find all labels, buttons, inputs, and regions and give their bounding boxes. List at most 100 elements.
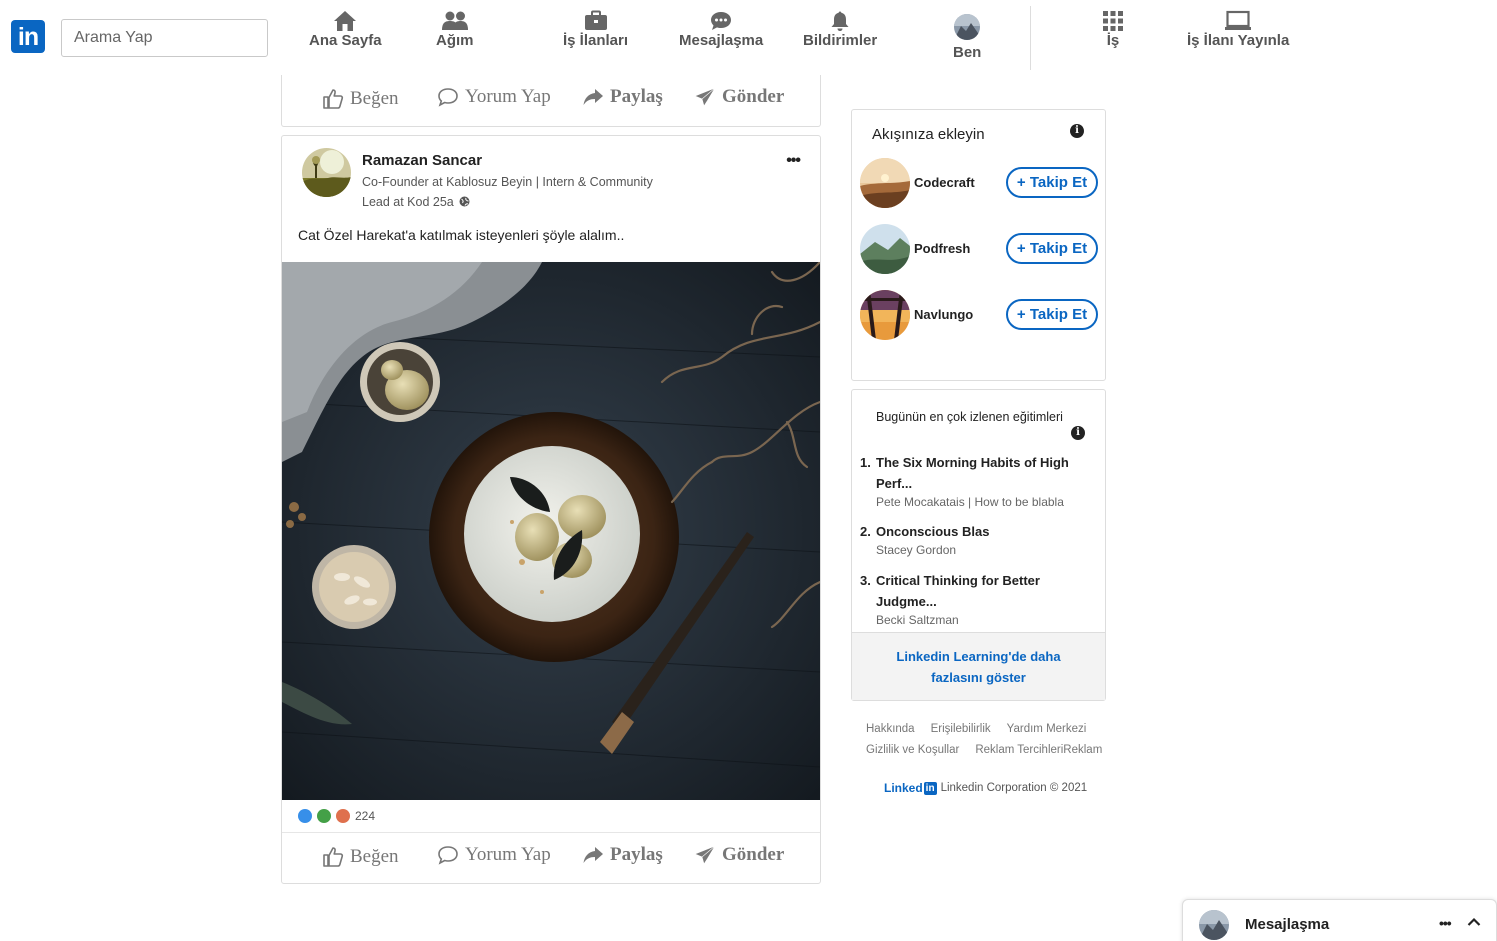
course-number: 2. <box>860 524 871 539</box>
search-input[interactable] <box>61 19 268 57</box>
learning-card: Bugünün en çok izlenen eğitimleri i 1. Th… <box>851 389 1106 701</box>
like-label: Beğen <box>350 88 399 109</box>
follow-button[interactable]: + Takip Et <box>1006 233 1098 264</box>
reaction-count: 224 <box>355 809 376 823</box>
course-item[interactable]: 3. Critical Thinking for Better Judgme...… <box>860 570 1096 627</box>
follow-item-codecraft: Codecraft + Takip Et <box>860 158 1100 208</box>
nav-post-job-label: İş İlanı Yayınla <box>1187 32 1290 49</box>
company-name[interactable]: Podfresh <box>914 241 970 256</box>
send-button[interactable]: Gönder <box>694 86 784 108</box>
previous-post-card: Beğen Yorum Yap Paylaş Gönder <box>281 75 821 127</box>
briefcase-icon <box>584 10 607 30</box>
footer-link-privacy[interactable]: Gizlilik ve Koşullar <box>866 744 959 756</box>
follow-item-navlungo: Navlungo + Takip Et <box>860 290 1100 340</box>
author-avatar-image <box>302 148 351 197</box>
nav-post-job[interactable]: İş İlanı Yayınla <box>1187 10 1289 49</box>
comment-label: Yorum Yap <box>465 86 551 107</box>
company-avatar-image <box>860 224 910 274</box>
nav-notifications[interactable]: Bildirimler <box>803 10 877 49</box>
footer-link-help[interactable]: Yardım Merkezi <box>1007 723 1087 735</box>
messaging-title: Mesajlaşma <box>1245 916 1330 933</box>
author-avatar[interactable] <box>302 148 351 197</box>
avatar <box>1199 910 1229 940</box>
nav-me-label: Ben <box>953 44 982 61</box>
nav-home[interactable]: Ana Sayfa <box>309 10 382 49</box>
course-number: 3. <box>860 573 871 588</box>
post-action-bar: Beğen Yorum Yap Paylaş Gönder <box>282 75 820 125</box>
like-label: Beğen <box>350 846 399 867</box>
company-name[interactable]: Codecraft <box>914 175 975 190</box>
comment-button[interactable]: Yorum Yap <box>437 86 551 108</box>
reactions-summary[interactable]: 224 <box>298 809 375 823</box>
learning-title: Bugünün en çok izlenen eğitimleri <box>876 410 1063 424</box>
more-options-icon[interactable]: ••• <box>1439 915 1452 931</box>
course-item[interactable]: 1. The Six Morning Habits of High Perf...… <box>860 452 1096 509</box>
footer-links: Hakkında Erişilebilirlik Yardım Merkezi … <box>866 723 1116 765</box>
thumbs-up-icon <box>323 847 344 867</box>
company-avatar[interactable] <box>860 158 910 208</box>
share-icon <box>583 847 603 863</box>
course-title: Critical Thinking for Better Judgme... <box>876 573 1040 609</box>
course-number: 1. <box>860 455 871 470</box>
course-author: Becki Saltzman <box>876 613 959 627</box>
company-avatar-image <box>860 290 910 340</box>
share-label: Paylaş <box>610 844 663 865</box>
footer-link-ads[interactable]: Reklam TercihleriReklam <box>975 744 1102 756</box>
chat-icon <box>711 12 732 30</box>
course-title: The Six Morning Habits of High Perf... <box>876 455 1069 491</box>
nav-network-label: Ağım <box>436 32 474 49</box>
footer-link-about[interactable]: Hakkında <box>866 723 915 735</box>
course-title: Onconscious Blas <box>876 524 990 539</box>
info-icon[interactable]: i <box>1071 426 1085 440</box>
nav-jobs[interactable]: İş İlanları <box>563 10 628 49</box>
celebrate-reaction-icon <box>317 809 331 823</box>
comment-button[interactable]: Yorum Yap <box>437 844 551 866</box>
love-reaction-icon <box>336 809 350 823</box>
home-icon <box>334 11 357 31</box>
follow-button[interactable]: + Takip Et <box>1006 299 1098 330</box>
company-avatar[interactable] <box>860 290 910 340</box>
share-button[interactable]: Paylaş <box>582 844 663 866</box>
like-button[interactable]: Beğen <box>322 88 399 110</box>
learning-more-link[interactable]: Linkedin Learning'de daha fazlasını göst… <box>852 632 1105 700</box>
nav-home-label: Ana Sayfa <box>309 32 382 49</box>
course-author: Pete Mocakatais | How to be blabla <box>876 495 1064 509</box>
follow-button[interactable]: + Takip Et <box>1006 167 1098 198</box>
footer-link-accessibility[interactable]: Erişilebilirlik <box>931 723 991 735</box>
brand-text: Linked <box>884 781 923 795</box>
like-reaction-icon <box>298 809 312 823</box>
send-label: Gönder <box>722 844 785 865</box>
chevron-up-icon[interactable] <box>1467 916 1481 928</box>
nav-messaging[interactable]: Mesajlaşma <box>679 10 763 49</box>
add-to-feed-card: Akışınıza ekleyin i Codecraft + Takip Et… <box>851 109 1106 381</box>
messaging-tab[interactable]: Mesajlaşma ••• <box>1182 899 1497 941</box>
nav-work[interactable]: İş <box>1102 10 1124 49</box>
avatar <box>954 14 981 40</box>
globe-icon <box>459 196 470 207</box>
like-button[interactable]: Beğen <box>322 846 399 868</box>
messaging-avatar-image <box>1199 910 1229 940</box>
post-card: Ramazan Sancar Co-Founder at Kablosuz Be… <box>281 135 821 884</box>
bell-icon <box>831 11 849 31</box>
linkedin-logo[interactable]: in <box>11 20 45 53</box>
comment-icon <box>438 88 458 107</box>
post-image[interactable] <box>282 262 820 800</box>
network-icon <box>441 11 468 30</box>
nav-network[interactable]: Ağım <box>436 10 474 49</box>
nav-notifications-label: Bildirimler <box>803 32 878 49</box>
follow-item-podfresh: Podfresh + Takip Et <box>860 224 1100 274</box>
info-icon[interactable]: i <box>1070 124 1084 138</box>
share-icon <box>583 89 603 105</box>
course-item[interactable]: 2. Onconscious Blas Stacey Gordon <box>860 521 1096 557</box>
course-author: Stacey Gordon <box>876 543 957 557</box>
nav-work-label: İş <box>1106 32 1120 49</box>
send-button[interactable]: Gönder <box>694 844 784 866</box>
company-avatar[interactable] <box>860 224 910 274</box>
more-options-icon[interactable]: ••• <box>786 152 801 170</box>
linkedin-mini-logo: Linked in <box>884 781 937 795</box>
company-name[interactable]: Navlungo <box>914 307 973 322</box>
share-button[interactable]: Paylaş <box>582 86 663 108</box>
author-name[interactable]: Ramazan Sancar <box>362 152 482 169</box>
nav-me[interactable]: Ben <box>953 14 981 61</box>
author-meta-text: Lead at Kod 25a <box>362 195 454 209</box>
